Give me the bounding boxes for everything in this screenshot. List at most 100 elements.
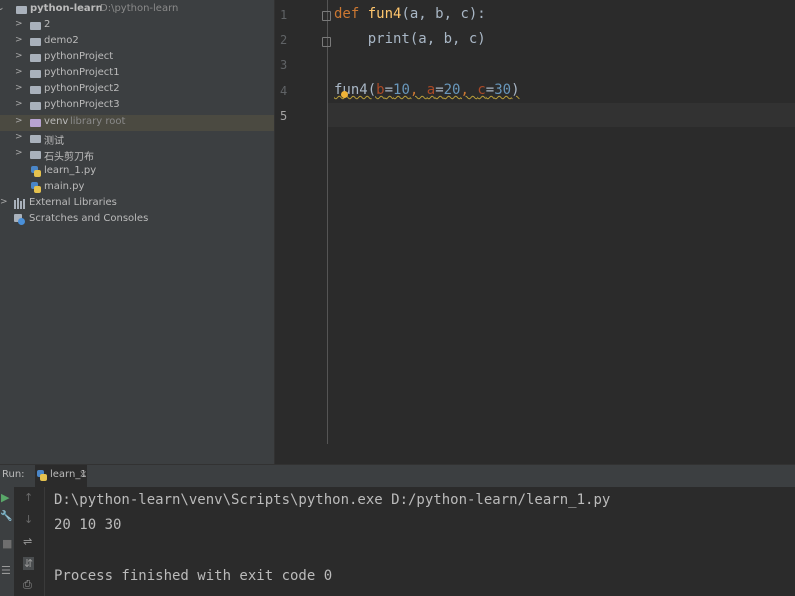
tree-item-ceshi[interactable]: > 测试: [0, 131, 274, 147]
folder-icon: [30, 135, 41, 143]
python-file-icon: [31, 182, 41, 193]
chevron-right-icon[interactable]: >: [15, 83, 23, 93]
tree-item-label: learn_1.py: [44, 165, 97, 176]
tree-item-label: pythonProject1: [44, 67, 120, 78]
arrow-down-icon[interactable]: ↓: [24, 513, 33, 526]
code-line-4: fun4(b=10, a=20, c=30): [334, 82, 520, 98]
tree-item-demo2[interactable]: > demo2: [0, 34, 274, 50]
tree-item-label: 测试: [44, 136, 64, 147]
chevron-right-icon[interactable]: >: [15, 116, 23, 126]
line-number: 4: [280, 84, 288, 98]
root-path: D:\python-learn: [100, 3, 179, 14]
scratches-icon: [14, 214, 25, 225]
scroll-to-end-icon[interactable]: ⇵: [23, 557, 35, 570]
console-line: 20 10 30: [54, 517, 122, 533]
console-toolbar: ↑ ↓ ⇌ ⇵ ⎙: [14, 487, 45, 596]
code-token: =: [485, 82, 495, 98]
tree-item-label: Scratches and Consoles: [29, 213, 149, 224]
arrow-up-icon[interactable]: ↑: [24, 491, 33, 504]
tree-item-pythonproject3[interactable]: > pythonProject3: [0, 98, 274, 114]
code-token: ,: [409, 82, 427, 98]
code-token: ,: [460, 82, 478, 98]
gutter-separator: [327, 0, 328, 444]
tree-item-2[interactable]: > 2: [0, 18, 274, 34]
code-editor[interactable]: [275, 0, 795, 464]
wrench-icon[interactable]: 🔧: [0, 511, 12, 522]
current-line-highlight: [328, 103, 795, 127]
tree-item-external-libraries[interactable]: > External Libraries: [0, 196, 274, 212]
root-name: python-learn: [30, 3, 103, 14]
tree-item-main-py[interactable]: main.py: [0, 180, 274, 196]
chevron-right-icon[interactable]: >: [15, 67, 23, 77]
folder-icon: [30, 38, 41, 46]
tree-item-label: main.py: [44, 181, 85, 192]
chevron-right-icon[interactable]: >: [15, 51, 23, 61]
tree-item-pythonproject2[interactable]: > pythonProject2: [0, 82, 274, 98]
tree-item-pythonproject1[interactable]: > pythonProject1: [0, 66, 274, 82]
code-line-1: def fun4(a, b, c):: [334, 6, 486, 22]
tree-item-label: pythonProject3: [44, 99, 120, 110]
library-root-note: library root: [70, 116, 126, 127]
code-token: def: [334, 6, 368, 22]
folder-icon: [30, 119, 41, 127]
chevron-right-icon[interactable]: >: [15, 132, 23, 142]
run-tab-learn-1[interactable]: learn_1 ×: [35, 465, 87, 487]
line-number: 5: [280, 109, 288, 123]
code-token: ): [511, 82, 520, 98]
tree-item-label: venv: [44, 116, 69, 127]
run-label: Run:: [2, 469, 25, 480]
python-file-icon: [31, 166, 41, 177]
tree-item-label: 2: [44, 19, 51, 30]
tree-item-pythonproject[interactable]: > pythonProject: [0, 50, 274, 66]
code-token: a: [426, 82, 436, 98]
code-token: =: [384, 82, 394, 98]
code-token: (a, b, c):: [401, 6, 486, 22]
console-line: D:\python-learn\venv\Scripts\python.exe …: [54, 492, 611, 508]
fold-marker-icon[interactable]: [322, 11, 331, 21]
tree-item-learn-1-py[interactable]: learn_1.py: [0, 164, 274, 180]
code-token: =: [435, 82, 444, 98]
run-console[interactable]: D:\python-learn\venv\Scripts\python.exe …: [45, 487, 795, 596]
chevron-right-icon[interactable]: >: [15, 35, 23, 45]
code-token: b: [376, 82, 385, 98]
line-number: 2: [280, 33, 288, 47]
chevron-right-icon[interactable]: >: [0, 197, 8, 207]
tree-item-label: pythonProject2: [44, 83, 120, 94]
library-icon: [14, 198, 26, 209]
tree-root-python-learn[interactable]: ⌄ python-learn D:\python-learn: [0, 2, 274, 18]
play-icon[interactable]: ▶: [1, 491, 9, 504]
lightbulb-icon[interactable]: [341, 91, 348, 98]
python-file-icon: [37, 470, 47, 481]
tree-item-venv[interactable]: > venv library root: [0, 115, 274, 131]
folder-icon: [30, 22, 41, 30]
folder-icon: [30, 54, 41, 62]
chevron-right-icon[interactable]: >: [15, 148, 23, 158]
tree-item-scratches[interactable]: Scratches and Consoles: [0, 212, 274, 228]
run-side-toolbar: ▶ 🔧 ■ ☰: [0, 487, 14, 596]
code-line-2: print(a, b, c): [334, 31, 486, 47]
layout-icon[interactable]: ☰: [1, 564, 11, 577]
tree-item-label: External Libraries: [29, 197, 117, 208]
fold-marker-icon[interactable]: [322, 37, 331, 47]
run-toolbar: Run: learn_1 ×: [0, 464, 795, 487]
tree-item-rock-paper-scissors[interactable]: > 石头剪刀布: [0, 147, 274, 163]
code-token: 20: [443, 82, 461, 98]
tree-item-label: pythonProject: [44, 51, 114, 62]
chevron-right-icon[interactable]: >: [15, 99, 23, 109]
code-token: fun4: [367, 6, 402, 22]
line-number: 1: [280, 8, 288, 22]
close-icon[interactable]: ×: [79, 469, 87, 480]
soft-wrap-icon[interactable]: ⇌: [23, 535, 32, 548]
code-token: 10: [393, 82, 410, 98]
folder-icon: [16, 6, 27, 14]
print-icon[interactable]: ⎙: [23, 578, 32, 592]
chevron-right-icon[interactable]: >: [15, 19, 23, 29]
folder-icon: [30, 70, 41, 78]
tree-item-label: demo2: [44, 35, 79, 46]
stop-icon[interactable]: ■: [2, 537, 12, 550]
code-token: c: [477, 82, 486, 98]
folder-icon: [30, 86, 41, 94]
tree-item-label: 石头剪刀布: [44, 152, 94, 163]
folder-icon: [30, 102, 41, 110]
chevron-down-icon[interactable]: ⌄: [0, 3, 5, 13]
